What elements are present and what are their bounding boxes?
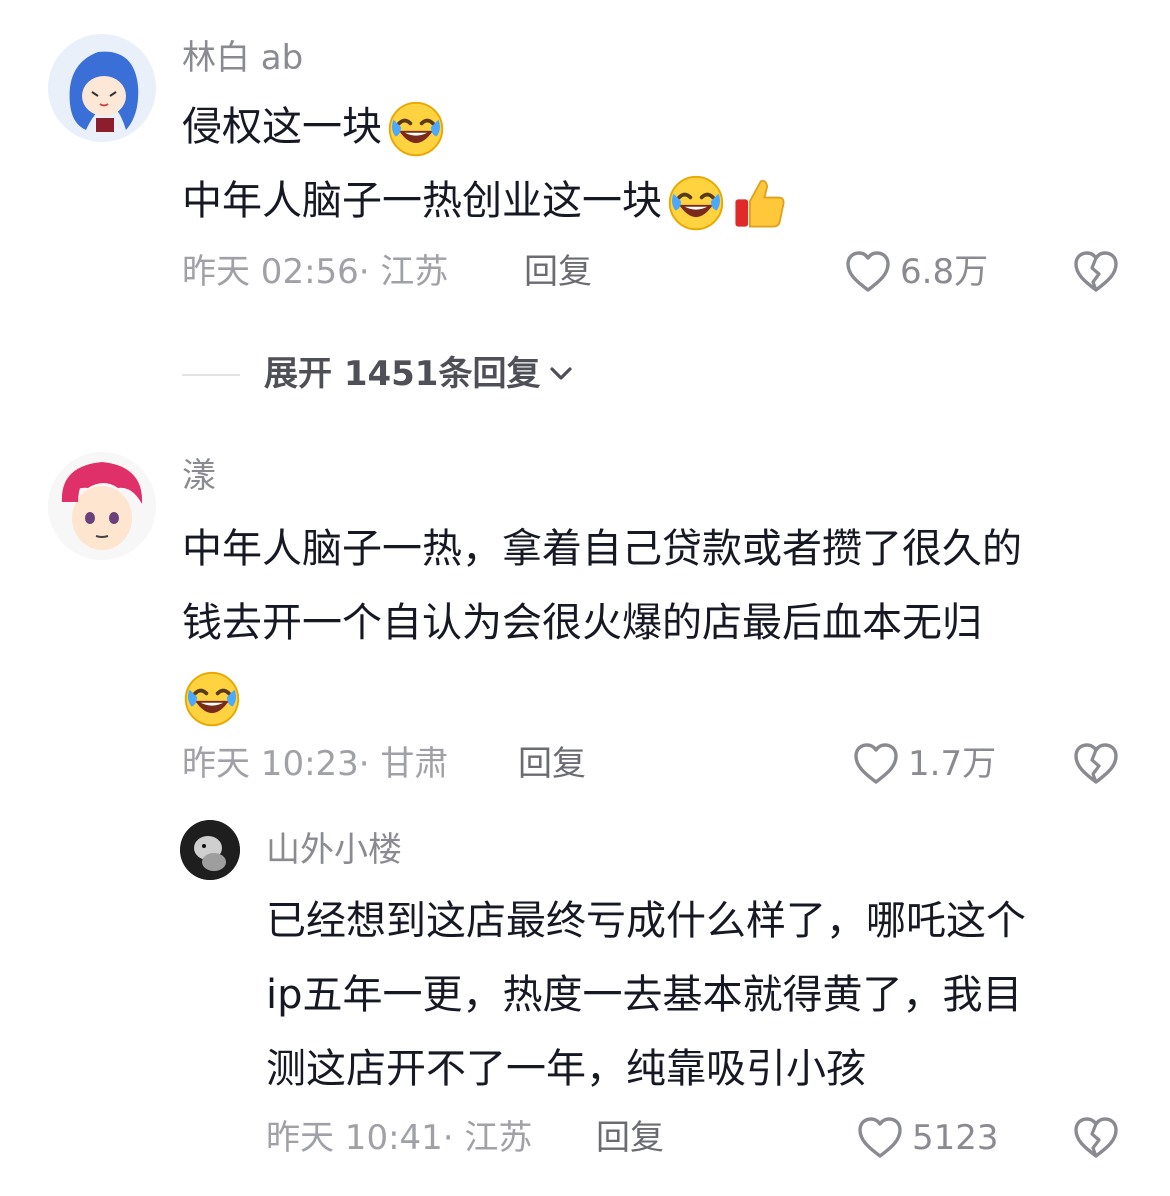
comment-line [182, 660, 1022, 734]
like-count: 1.7万 [908, 744, 997, 784]
broken-heart-icon [1072, 1114, 1120, 1162]
comment-text: 已经想到这店最终亏成什么样了，哪吒这个 ip五年一更，热度一去基本就得黄了，我目… [266, 884, 1026, 1106]
expand-replies-button[interactable]: 展开 1451条回复 [264, 354, 576, 394]
comment-line: 测这店开不了一年，纯靠吸引小孩 [266, 1046, 866, 1092]
time-location: 昨天 10:41· 江苏 [266, 1118, 533, 1158]
avatar[interactable] [180, 820, 240, 880]
comment-line: 已经想到这店最终亏成什么样了，哪吒这个 [266, 898, 1026, 944]
heart-icon [852, 740, 900, 788]
rofl-emoji-icon [182, 669, 242, 729]
heart-icon [844, 248, 892, 296]
comment-line-text: 中年人脑子一热创业这一块 [182, 178, 662, 224]
rofl-emoji-icon [666, 173, 726, 233]
like-count: 5123 [912, 1118, 999, 1158]
broken-heart-icon [1072, 740, 1120, 788]
dislike-button[interactable] [1072, 740, 1120, 792]
avatar-image-icon [180, 820, 240, 880]
comment-text: 侵权这一块 中年人脑子一热创业这一块 [182, 90, 788, 238]
username[interactable]: 漾 [182, 456, 216, 496]
comment-line: 侵权这一块 [182, 90, 788, 164]
like-count: 6.8万 [900, 252, 989, 292]
rofl-emoji-icon [386, 99, 446, 159]
avatar-image-icon [48, 452, 156, 560]
avatar-image-icon [48, 34, 156, 142]
like-button[interactable]: 1.7万 [852, 740, 996, 788]
avatar[interactable] [48, 34, 156, 142]
comment-line: 钱去开一个自认为会很火爆的店最后血本无归 [182, 600, 982, 646]
chevron-down-icon [550, 367, 573, 380]
comment-line: 中年人脑子一热，拿着自己贷款或者攒了很久的 [182, 526, 1022, 572]
username[interactable]: 林白 ab [182, 38, 303, 78]
time-location: 昨天 02:56· 江苏 [182, 252, 449, 292]
username[interactable]: 山外小楼 [266, 830, 402, 870]
thumbs-up-icon [730, 174, 788, 232]
comment-line-text: 侵权这一块 [182, 104, 382, 150]
expand-replies-label: 展开 1451条回复 [264, 354, 541, 394]
like-button[interactable]: 6.8万 [844, 248, 988, 296]
heart-icon [856, 1114, 904, 1162]
reply-button[interactable]: 回复 [518, 744, 586, 784]
comment-line: ip五年一更，热度一去基本就得黄了，我目 [266, 972, 1023, 1018]
comment-line: 中年人脑子一热创业这一块 [182, 164, 788, 238]
like-button[interactable]: 5123 [856, 1114, 999, 1162]
broken-heart-icon [1072, 248, 1120, 296]
divider [182, 374, 240, 376]
avatar[interactable] [48, 452, 156, 560]
dislike-button[interactable] [1072, 248, 1120, 300]
reply-button[interactable]: 回复 [524, 252, 592, 292]
comment-text: 中年人脑子一热，拿着自己贷款或者攒了很久的 钱去开一个自认为会很火爆的店最后血本… [182, 512, 1022, 734]
dislike-button[interactable] [1072, 1114, 1120, 1166]
time-location: 昨天 10:23· 甘肃 [182, 744, 449, 784]
reply-button[interactable]: 回复 [596, 1118, 664, 1158]
